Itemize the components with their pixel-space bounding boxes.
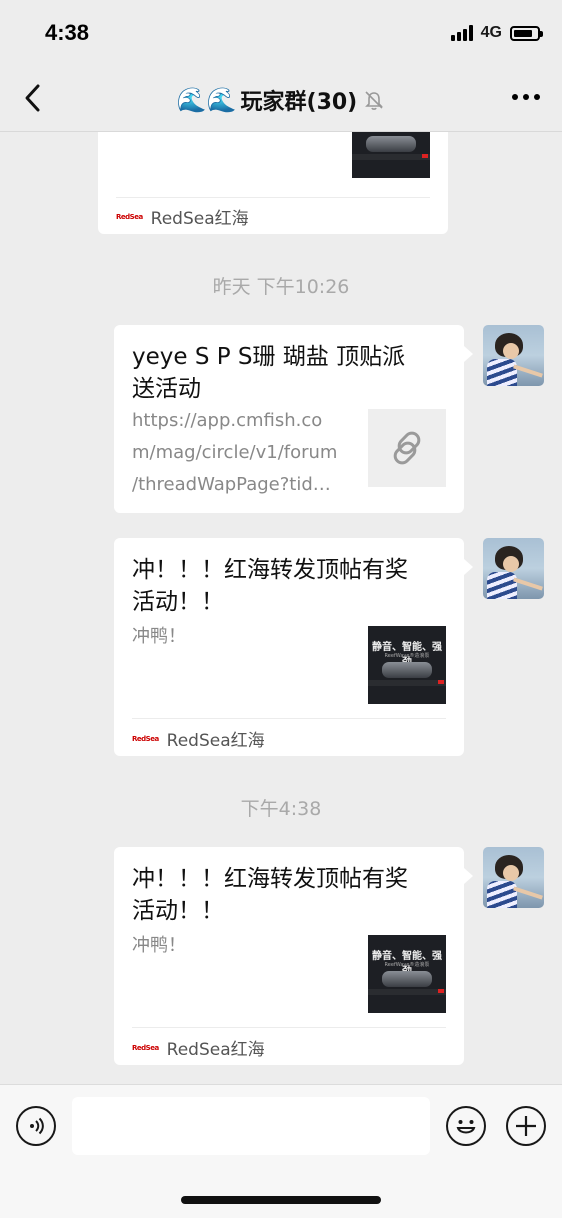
bell-off-icon xyxy=(365,91,384,110)
redsea-logo: RedSea xyxy=(116,212,143,221)
avatar[interactable] xyxy=(483,538,544,599)
article-card[interactable]: RedSea RedSea红海 xyxy=(98,132,448,234)
message-input[interactable] xyxy=(72,1097,430,1155)
wave-emoji: 🌊🌊 xyxy=(176,86,237,114)
bubble-tail xyxy=(464,346,473,362)
link-card[interactable]: yeye S P S珊 瑚盐 顶贴派 送活动 https://app.cmfis… xyxy=(114,325,464,513)
voice-icon[interactable] xyxy=(16,1106,56,1146)
home-indicator xyxy=(181,1196,381,1204)
avatar[interactable] xyxy=(483,325,544,386)
card-divider xyxy=(132,1027,446,1028)
source-name: RedSea红海 xyxy=(150,209,249,229)
nav-bar: 🌊🌊 玩家群(30) xyxy=(0,66,562,132)
redsea-logo: RedSea xyxy=(132,1043,159,1052)
plus-icon[interactable] xyxy=(506,1106,546,1146)
article-thumbnail: 静音、智能、强劲 ReefWave®造浪泵 xyxy=(368,626,446,704)
card-divider xyxy=(116,197,430,198)
avatar[interactable] xyxy=(483,847,544,908)
article-title: 冲！！！红海转发顶帖有奖 活动！！ xyxy=(132,557,408,615)
message-timestamp: 下午4:38 xyxy=(240,798,322,820)
link-icon xyxy=(393,431,421,465)
redsea-logo: RedSea xyxy=(132,734,159,743)
card-divider xyxy=(132,718,446,719)
group-name: 玩家群(30) xyxy=(240,90,358,115)
article-desc: 冲鸭！ xyxy=(132,935,186,956)
article-thumbnail xyxy=(352,132,430,178)
emoji-icon[interactable] xyxy=(446,1106,486,1146)
signal-icon xyxy=(450,25,473,41)
article-desc: 冲鸭！ xyxy=(132,626,186,647)
chat-messages[interactable]: RedSea RedSea红海 昨天 下午10:26 yeye S P S珊 瑚… xyxy=(0,132,562,1084)
article-thumbnail: 静音、智能、强劲 ReefWave®造浪泵 xyxy=(368,935,446,1013)
article-source: RedSea RedSea红海 xyxy=(116,204,249,229)
link-title: yeye S P S珊 瑚盐 顶贴派 送活动 xyxy=(132,344,406,402)
bubble-tail xyxy=(464,868,473,884)
source-name: RedSea红海 xyxy=(166,731,265,751)
article-source: RedSea RedSea红海 xyxy=(132,726,265,751)
status-bar: 4:38 4G xyxy=(0,0,562,66)
article-card[interactable]: 冲！！！红海转发顶帖有奖 活动！！ 冲鸭！ 静音、智能、强劲 ReefWave®… xyxy=(114,847,464,1065)
source-name: RedSea红海 xyxy=(166,1040,265,1060)
battery-icon xyxy=(510,25,543,41)
article-title: 冲！！！红海转发顶帖有奖 活动！！ xyxy=(132,866,408,924)
network-type: 4G xyxy=(480,24,502,41)
bubble-tail xyxy=(464,559,473,575)
article-card[interactable]: 冲！！！红海转发顶帖有奖 活动！！ 冲鸭！ 静音、智能、强劲 ReefWave®… xyxy=(114,538,464,756)
status-indicators: 4G xyxy=(450,24,543,42)
link-url: https://app.cmfish.co m/mag/circle/v1/fo… xyxy=(132,410,338,495)
link-thumbnail xyxy=(368,409,446,487)
more-dots-icon[interactable] xyxy=(512,94,540,100)
article-source: RedSea RedSea红海 xyxy=(132,1035,265,1060)
message-timestamp: 昨天 下午10:26 xyxy=(212,276,350,298)
status-time: 4:38 xyxy=(45,20,90,45)
chat-title: 🌊🌊 玩家群(30) xyxy=(0,84,562,116)
